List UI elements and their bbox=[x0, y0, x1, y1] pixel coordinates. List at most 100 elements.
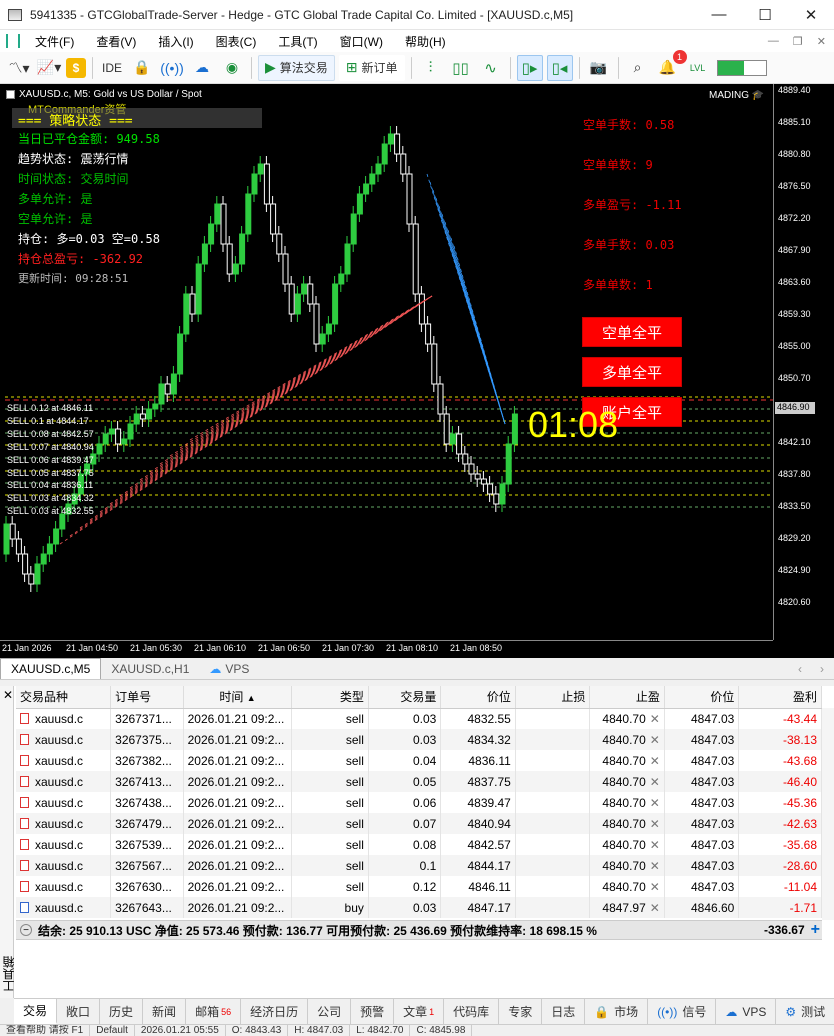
price-axis[interactable]: 4889.40 4885.10 4880.80 4876.50 4872.20 4867.… bbox=[773, 84, 834, 640]
order-row[interactable]: xauusd.c 3267371... 2026.01.21 09:2... sell… bbox=[16, 708, 822, 729]
toolbox-tab[interactable]: 邮箱 56 bbox=[186, 999, 242, 1024]
menu-file[interactable]: 文件(F) bbox=[24, 33, 85, 50]
orders-scrollbar[interactable] bbox=[822, 708, 834, 920]
order-sl[interactable] bbox=[515, 792, 591, 813]
tab-vps[interactable]: ☁ VPS bbox=[199, 658, 259, 679]
order-sl[interactable] bbox=[515, 729, 591, 750]
screenshot-icon[interactable]: 📷 bbox=[586, 55, 612, 81]
tab-scroll-left-icon[interactable]: ‹ bbox=[798, 662, 802, 676]
mdi-minimize-icon[interactable]: — bbox=[768, 35, 779, 48]
col-tp[interactable]: 止盈 bbox=[589, 686, 665, 709]
toolbox-tab[interactable]: 专家 bbox=[499, 999, 543, 1024]
tab-xauusd-m5[interactable]: XAUUSD.c,M5 bbox=[0, 658, 102, 679]
order-row[interactable]: xauusd.c 3267413... 2026.01.21 09:2... sell… bbox=[16, 771, 822, 792]
remove-tp-icon[interactable]: ✕ bbox=[650, 712, 660, 726]
ide-button[interactable]: IDE bbox=[99, 55, 125, 81]
remove-tp-icon[interactable]: ✕ bbox=[650, 838, 660, 852]
order-row[interactable]: xauusd.c 3267567... 2026.01.21 09:2... sell… bbox=[16, 855, 822, 876]
signal-icon[interactable]: ((•)) bbox=[159, 55, 185, 81]
remove-tp-icon[interactable]: ✕ bbox=[650, 796, 660, 810]
candlestick-icon[interactable]: ▯▯ bbox=[448, 55, 474, 81]
order-sl[interactable] bbox=[515, 771, 591, 792]
remove-tp-icon[interactable]: ✕ bbox=[650, 880, 660, 894]
col-sl[interactable]: 止损 bbox=[515, 686, 591, 709]
order-sl[interactable] bbox=[515, 813, 591, 834]
notifications-icon[interactable]: 🔔 1 bbox=[655, 49, 687, 81]
toolbox-close-icon[interactable]: ✕ bbox=[3, 688, 13, 702]
auto-scroll-icon[interactable]: ▯▸ bbox=[516, 54, 543, 81]
order-row[interactable]: xauusd.c 3267630... 2026.01.21 09:2... sell… bbox=[16, 876, 822, 897]
dollar-icon[interactable]: $ bbox=[66, 57, 86, 78]
order-tp[interactable]: 4847.97 ✕ bbox=[589, 897, 665, 918]
collapse-icon[interactable]: − bbox=[20, 924, 32, 936]
col-symbol[interactable]: 交易品种 bbox=[16, 686, 112, 709]
toolbox-tab[interactable]: 新闻 bbox=[143, 999, 187, 1024]
order-tp[interactable]: 4840.70 ✕ bbox=[589, 729, 665, 750]
order-row[interactable]: xauusd.c 3267479... 2026.01.21 09:2... sell… bbox=[16, 813, 822, 834]
col-volume[interactable]: 交易量 bbox=[368, 686, 442, 709]
toolbox-tab[interactable]: 日志 bbox=[542, 999, 586, 1024]
remove-tp-icon[interactable]: ✕ bbox=[650, 817, 660, 831]
toolbox-tab[interactable]: 公司 bbox=[308, 999, 352, 1024]
col-current-price[interactable]: 价位 bbox=[664, 686, 740, 709]
remove-tp-icon[interactable]: ✕ bbox=[650, 901, 660, 915]
market-lock-icon[interactable]: 🔒 bbox=[129, 55, 155, 81]
order-tp[interactable]: 4840.70 ✕ bbox=[589, 771, 665, 792]
remove-tp-icon[interactable]: ✕ bbox=[650, 775, 660, 789]
price-chart[interactable]: XAUUSD.c, M5: Gold vs US Dollar / Spot M… bbox=[0, 84, 834, 658]
col-type[interactable]: 类型 bbox=[291, 686, 369, 709]
toolbox-tab[interactable]: 历史 bbox=[100, 999, 144, 1024]
globe-icon[interactable]: ◉ bbox=[219, 55, 245, 81]
order-sl[interactable] bbox=[515, 876, 591, 897]
bar-chart-icon[interactable]: ⫶ bbox=[418, 55, 444, 81]
remove-tp-icon[interactable]: ✕ bbox=[650, 733, 660, 747]
toolbox-tab[interactable]: 🔒 市场 bbox=[585, 999, 649, 1024]
close-shorts-button[interactable]: 空单全平 bbox=[582, 317, 682, 347]
chart-type-icon[interactable]: 📈▾ bbox=[36, 55, 62, 81]
search-icon[interactable]: ⌕ bbox=[625, 55, 651, 81]
order-row[interactable]: xauusd.c 3267438... 2026.01.21 09:2... sell… bbox=[16, 792, 822, 813]
chart-shift-icon[interactable]: ▯◂ bbox=[546, 54, 573, 81]
menu-charts[interactable]: 图表(C) bbox=[205, 33, 268, 50]
col-price[interactable]: 价位 bbox=[440, 686, 516, 709]
menu-insert[interactable]: 插入(I) bbox=[147, 33, 204, 50]
order-sl[interactable] bbox=[515, 897, 591, 918]
order-row[interactable]: xauusd.c 3267375... 2026.01.21 09:2... sell… bbox=[16, 729, 822, 750]
order-tp[interactable]: 4840.70 ✕ bbox=[589, 750, 665, 771]
col-time[interactable]: 时间 ▲ bbox=[183, 686, 293, 709]
mdi-close-icon[interactable]: ✕ bbox=[817, 35, 826, 48]
toolbox-tab[interactable]: 预警 bbox=[351, 999, 395, 1024]
minimize-button[interactable]: — bbox=[696, 0, 742, 30]
lvl-icon[interactable]: LVL bbox=[685, 55, 711, 81]
order-tp[interactable]: 4840.70 ✕ bbox=[589, 855, 665, 876]
tab-xauusd-h1[interactable]: XAUUSD.c,H1 bbox=[101, 658, 199, 679]
toolbox-tab[interactable]: 敞口 bbox=[57, 999, 101, 1024]
close-longs-button[interactable]: 多单全平 bbox=[582, 357, 682, 387]
order-sl[interactable] bbox=[515, 834, 591, 855]
remove-tp-icon[interactable]: ✕ bbox=[650, 859, 660, 873]
order-tp[interactable]: 4840.70 ✕ bbox=[589, 813, 665, 834]
toolbox-tab[interactable]: ☁ VPS bbox=[716, 999, 777, 1024]
toolbox-tab[interactable]: ⚙ 测试 bbox=[776, 999, 834, 1024]
order-tp[interactable]: 4840.70 ✕ bbox=[589, 834, 665, 855]
order-row[interactable]: xauusd.c 3267382... 2026.01.21 09:2... sell… bbox=[16, 750, 822, 771]
toolbox-tab[interactable]: 经济日历 bbox=[241, 999, 309, 1024]
add-icon[interactable]: + bbox=[811, 921, 820, 939]
tab-scroll-right-icon[interactable]: › bbox=[820, 662, 824, 676]
order-sl[interactable] bbox=[515, 750, 591, 771]
new-order-button[interactable]: ⊞ 新订单 bbox=[338, 54, 405, 81]
algo-trading-button[interactable]: ▶ 算法交易 bbox=[258, 54, 335, 81]
toolbox-tab[interactable]: ((•)) 信号 bbox=[648, 999, 717, 1024]
col-profit[interactable]: 盈利 bbox=[738, 686, 822, 709]
menu-window[interactable]: 窗口(W) bbox=[329, 33, 394, 50]
order-sl[interactable] bbox=[515, 708, 591, 729]
order-row[interactable]: xauusd.c 3267539... 2026.01.21 09:2... sell… bbox=[16, 834, 822, 855]
menu-tools[interactable]: 工具(T) bbox=[267, 33, 328, 50]
line-chart-icon[interactable]: 〽▾ bbox=[6, 55, 32, 81]
order-row[interactable]: xauusd.c 3267643... 2026.01.21 09:2... buy 0… bbox=[16, 897, 822, 918]
menu-help[interactable]: 帮助(H) bbox=[394, 33, 457, 50]
toolbox-tab[interactable]: 代码库 bbox=[444, 999, 500, 1024]
remove-tp-icon[interactable]: ✕ bbox=[650, 754, 660, 768]
close-button[interactable]: ✕ bbox=[788, 0, 834, 30]
time-axis[interactable]: 21 Jan 2026 21 Jan 04:50 21 Jan 05:30 21 Ja… bbox=[0, 640, 773, 658]
